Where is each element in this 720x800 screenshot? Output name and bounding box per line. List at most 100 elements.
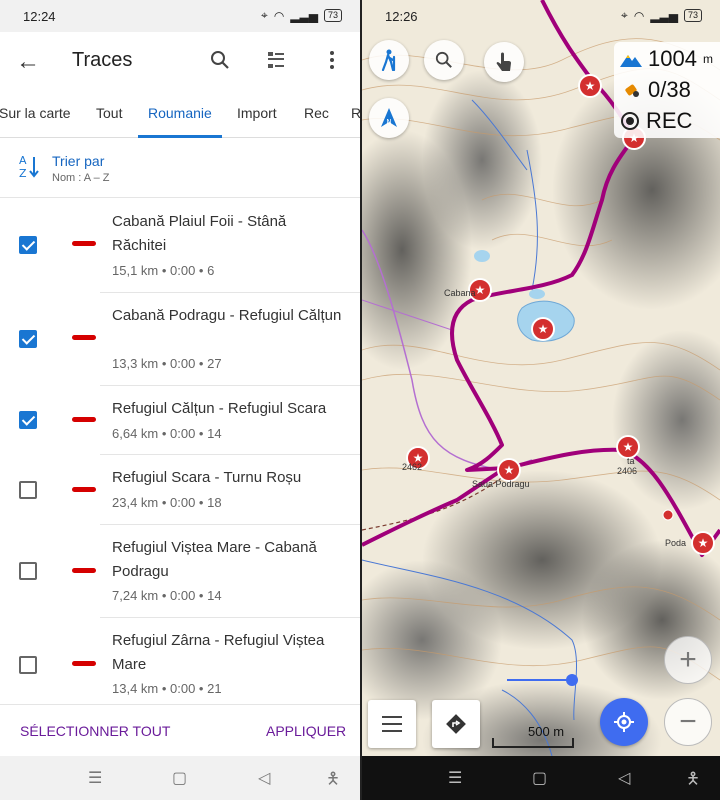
my-location-button[interactable]	[600, 698, 648, 746]
zoom-in-button[interactable]: +	[664, 636, 712, 684]
map-label-peak-2406: 2406	[617, 466, 638, 476]
recents-icon[interactable]: ☰	[448, 768, 462, 788]
signal-icon: ▂▃▅	[290, 8, 318, 23]
north-arrow-icon: N	[381, 108, 397, 127]
trace-name: Refugiul Călțun - Refugiul Scara	[112, 400, 327, 417]
satellite-count: 0/38	[648, 77, 691, 102]
tab-rec[interactable]: Rec	[304, 105, 329, 121]
trace-info: 23,4 km • 0:00 • 18	[112, 495, 222, 510]
trace-line-icon	[72, 241, 96, 246]
gps-info-panel[interactable]: 1004 m 0/38 REC	[614, 42, 720, 138]
back-arrow-icon[interactable]: ←	[16, 48, 40, 76]
trace-item[interactable]: Cabană Podragu - Refugiul Călțun 13,3 km…	[0, 293, 360, 386]
home-icon[interactable]: ▢	[532, 768, 547, 788]
app-bar: ← Traces	[0, 32, 360, 90]
svg-text:★: ★	[623, 440, 634, 454]
trace-name: Refugiul Viștea Mare - Cabană Podragu	[112, 539, 317, 580]
apply-button[interactable]: APPLIQUER	[266, 723, 346, 739]
main-menu-button[interactable]	[368, 700, 416, 748]
trace-checkbox[interactable]	[19, 656, 37, 674]
zoom-out-button[interactable]: −	[664, 698, 712, 746]
map-label-peak-2462: 2462	[402, 462, 423, 472]
system-nav-bar: ☰ ▢ ◁ 🯅	[362, 756, 720, 800]
trace-item[interactable]: Refugiul Călțun - Refugiul Scara 6,64 km…	[0, 386, 360, 455]
svg-text:★: ★	[538, 322, 549, 336]
trace-name: Cabană Plaiul Foii - Stână Răchitei	[112, 213, 287, 254]
minus-icon: −	[679, 705, 697, 738]
wifi-icon: ◠	[273, 8, 285, 23]
battery-icon: 73	[323, 9, 342, 22]
home-icon[interactable]: ▢	[172, 768, 187, 788]
wifi-icon: ◠	[633, 8, 645, 23]
directions-button[interactable]	[432, 700, 480, 748]
search-icon[interactable]	[206, 46, 234, 74]
tab-roumanie[interactable]: Roumanie	[148, 105, 212, 121]
altitude-value: 1004	[648, 46, 697, 71]
status-bar: 12:24 ⌖ ◠ ▂▃▅ 73	[0, 0, 360, 32]
trace-name: Cabană Podragu - Refugiul Călțun	[112, 307, 342, 324]
compass-button[interactable]: N	[369, 98, 409, 138]
trace-line-icon	[72, 487, 96, 492]
trace-line-icon	[72, 568, 96, 573]
crosshair-icon	[614, 712, 634, 732]
signal-icon: ▂▃▅	[650, 8, 678, 23]
tab-bar: Sur la carte Tout Roumanie Import Rec R	[0, 90, 360, 138]
map-label-cabana: Cabana	[444, 288, 476, 298]
trace-info: 13,3 km • 0:00 • 27	[112, 356, 222, 371]
trace-info: 15,1 km • 0:00 • 6	[112, 263, 215, 278]
sort-row[interactable]: AZ Trier par Nom : A – Z	[0, 140, 360, 198]
trace-item[interactable]: Cabană Plaiul Foii - Stână Răchitei 15,1…	[0, 199, 360, 293]
scale-label: 500 m	[528, 724, 565, 739]
tab-sur-la-carte[interactable]: Sur la carte	[0, 105, 71, 121]
record-icon	[621, 112, 639, 130]
system-nav-bar: ☰ ▢ ◁ 🯅	[0, 756, 360, 800]
tab-import[interactable]: Import	[237, 105, 277, 121]
rec-label: REC	[646, 108, 693, 133]
trace-checkbox[interactable]	[19, 481, 37, 499]
trace-name: Refugiul Zârna - Refugiul Viștea Mare	[112, 632, 325, 673]
sort-label: Trier par	[52, 153, 105, 169]
satellite-icon	[625, 84, 639, 97]
hamburger-menu-icon	[382, 716, 402, 732]
hiker-icon	[381, 49, 396, 71]
map-screen: ★ ★ ★ ★ ★ ★ ★ ★ Cabana Saua Podragu Poda 2462…	[362, 0, 720, 800]
tab-r[interactable]: R	[351, 105, 360, 121]
trace-name: Refugiul Scara - Turnu Roșu	[112, 469, 302, 486]
scale-bar	[492, 738, 574, 748]
status-time: 12:24	[23, 9, 56, 24]
plus-icon: +	[679, 643, 697, 676]
status-time: 12:26	[385, 9, 418, 24]
recents-icon[interactable]: ☰	[88, 768, 102, 788]
trace-checkbox[interactable]	[19, 411, 37, 429]
trace-checkbox[interactable]	[19, 236, 37, 254]
sort-value: Nom : A – Z	[52, 172, 110, 184]
svg-text:★: ★	[698, 536, 709, 550]
trace-checkbox[interactable]	[19, 330, 37, 348]
filter-list-icon[interactable]	[262, 46, 290, 74]
back-nav-icon[interactable]: ◁	[618, 768, 630, 788]
location-icon: ⌖	[621, 8, 628, 22]
bottom-actions: SÉLECTIONNER TOUT APPLIQUER	[0, 704, 360, 756]
map-search-button[interactable]	[424, 40, 464, 80]
tab-tout[interactable]: Tout	[96, 105, 122, 121]
altitude-unit: m	[702, 52, 713, 66]
svg-text:★: ★	[585, 79, 596, 93]
touch-lock-button[interactable]	[484, 42, 524, 82]
map-label-sta: ta	[627, 456, 635, 466]
svg-text:★: ★	[504, 463, 515, 477]
accessibility-icon[interactable]: 🯅	[326, 768, 340, 795]
back-nav-icon[interactable]: ◁	[258, 768, 270, 788]
more-menu-icon[interactable]	[318, 46, 346, 74]
accessibility-icon[interactable]: 🯅	[686, 768, 700, 795]
trace-info: 6,64 km • 0:00 • 14	[112, 426, 222, 441]
altitude-icon	[620, 55, 642, 67]
hiking-profile-button[interactable]	[369, 40, 409, 80]
trace-item[interactable]: Refugiul Scara - Turnu Roșu 23,4 km • 0:…	[0, 455, 360, 525]
status-bar: 12:26 ⌖ ◠ ▂▃▅ 73	[362, 0, 720, 32]
map-label-saua: Saua Podragu	[472, 479, 530, 489]
search-icon	[435, 51, 452, 68]
trace-checkbox[interactable]	[19, 562, 37, 580]
select-all-button[interactable]: SÉLECTIONNER TOUT	[20, 723, 170, 739]
trace-item[interactable]: Refugiul Zârna - Refugiul Viștea Mare 13…	[0, 618, 360, 704]
trace-item[interactable]: Refugiul Viștea Mare - Cabană Podragu 7,…	[0, 525, 360, 618]
